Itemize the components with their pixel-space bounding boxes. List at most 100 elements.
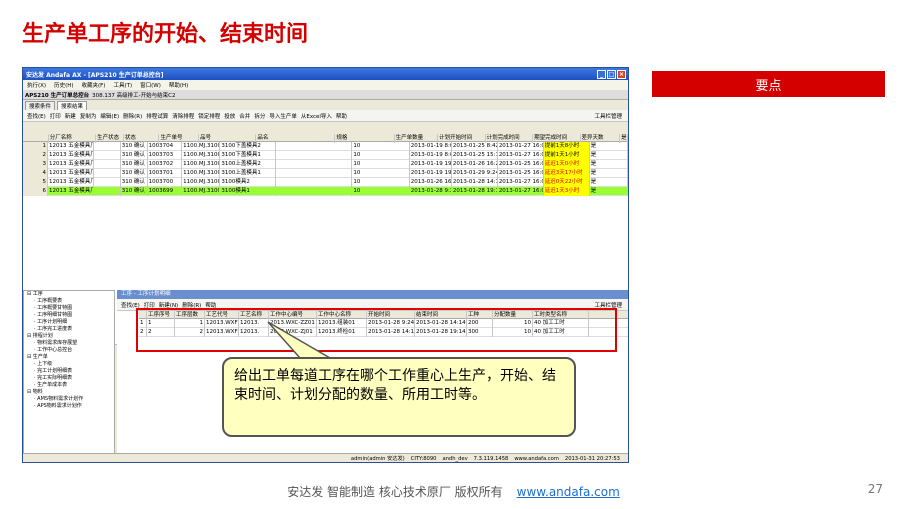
table-cell: 2013-01-19 8:00 [410,151,452,160]
status-cell [94,142,121,151]
toolbar-button[interactable]: 帮助 [336,112,347,120]
table-cell: 2013-01-27 16:00 [498,178,544,187]
table-row[interactable]: 212013 五金模具厂 310 确认10037031100.MJ.3100.02… [23,151,628,160]
table-cell: 1003701 [148,169,183,178]
menu-item[interactable]: 执行(X) [27,81,46,89]
toolbar-button[interactable]: 合并 [239,112,250,120]
table-cell: 2013-01-25 16:00 [498,169,544,178]
table-row[interactable]: 412013 五金模具厂 310 确认10037011100.MJ.3100.01… [23,169,628,178]
tree-node[interactable]: · 工序概要表 [24,298,114,305]
table-cell: 提前1天1小时 [543,151,590,160]
table-cell: 2013-01-19 19:30 [410,169,452,178]
maximize-button[interactable]: □ [607,69,616,79]
table-cell: 提前1天8小时 [543,142,590,151]
status-cell [94,178,121,187]
table-cell: 2013-01-27 16:00 [498,187,544,196]
minimize-button[interactable]: _ [597,69,606,79]
toolbar-button[interactable]: 导入生产单 [269,112,297,120]
toolbar-button[interactable]: 打印 [50,112,61,120]
table-cell: 1100.MJ.3100-02 [182,178,221,187]
tree-node[interactable]: ⊟ 生产单 [24,354,114,361]
tree-node[interactable]: · 工序明细甘特图 [24,312,114,319]
module-subtab[interactable]: 308.137 高级排工-开始与结束C2 [92,91,175,99]
table-cell: 延迟3天17小时 [543,169,590,178]
toolbar-button[interactable]: 排程试算 [146,112,168,120]
table-row[interactable]: 112013 五金模具厂 310 确认10037041100.MJ.3100.02… [23,142,628,151]
status-cell [94,169,121,178]
table-cell: 3100下盖模具2 [220,142,276,151]
table-row[interactable]: 312013 五金模具厂 310 确认10037021100.MJ.3100.01… [23,160,628,169]
close-button[interactable]: × [617,69,626,79]
table-cell: 1100.MJ.3100.01-2 [183,160,221,169]
table-cell: 12013 五金模具厂 [48,151,94,160]
toolbar-button[interactable]: 编辑(E) [100,112,119,120]
status-cell [94,187,121,196]
tab-strip: 搜索条件 搜索结果 [23,100,628,110]
toolbar-button[interactable]: 锁定排程 [198,112,220,120]
tree-node[interactable]: · 生产单成本表 [24,382,114,389]
menu-item[interactable]: 窗口(W) [140,81,161,89]
tree-node[interactable]: · 工序计划明细 [24,319,114,326]
table-row[interactable]: 612013 五金模具厂 310 确认10036991100.MJ.3100.00… [23,187,628,196]
toolbar-button[interactable]: 拆分 [254,112,265,120]
tree-node[interactable]: · 上下级 [24,361,114,368]
toolbar-button[interactable]: 删除(R) [123,112,142,120]
page-number: 27 [867,482,883,496]
tree-node[interactable]: ⊟ 物料 [24,389,114,396]
tree-node[interactable]: ⊟ 工序 [24,291,114,298]
tree-node[interactable]: · 工序完工进度表 [24,326,114,333]
keypoint-banner: 要点 [652,71,885,97]
table-cell: 12013 五金模具厂 [48,169,94,178]
tree-node[interactable]: · APS物料需求计划作 [24,403,114,410]
table-cell: 10 [352,151,410,160]
table-cell [276,151,353,160]
table-cell: 10 [352,187,410,196]
table-cell [276,187,353,196]
table-cell: 12013 五金模具厂 [48,187,94,196]
tree-node[interactable]: · 工作中心总控台 [24,347,114,354]
table-cell: 是 [590,151,628,160]
table-cell: 3100上盖模具1 [220,169,276,178]
table-cell: 3100上盖模具2 [220,160,276,169]
tree-node[interactable]: · 物料需求库存展望 [24,340,114,347]
table-cell: 12013 五金模具厂 [48,178,94,187]
tree-node[interactable]: · 完工计划明细表 [24,368,114,375]
table-cell: 1100.MJ.3100.01-1 [183,169,221,178]
toolbar-button[interactable]: 查找(E) [27,112,46,120]
toolbar-settings-button[interactable]: 工具栏管理 [594,112,622,120]
table-row[interactable]: 512013 五金模具厂 310 确认10037001100.MJ.3100-02… [23,178,628,187]
toolbar-button[interactable]: 投放 [224,112,235,120]
table-cell: 3100模具1 [220,187,276,196]
module-title: APS210 生产订单总控台 [25,92,90,99]
menu-item[interactable]: 历史(H) [54,81,73,89]
status-bar: admin(admin 安达发) CITY:8090 andh_dev 7.3.119… [23,453,628,462]
table-cell: 310 确认 [121,178,148,187]
navigation-tree: ⊟ 工序 · 工序概要表 · 工序概要甘特图 · 工序明细甘特图 · 工序计划明… [23,290,115,455]
table-cell: 1003703 [148,151,183,160]
tree-node[interactable]: · 完工实际明细表 [24,375,114,382]
table-cell: 6 [23,187,48,196]
toolbar-button[interactable]: 新建 [65,112,76,120]
tab-search-results[interactable]: 搜索结果 [57,101,88,110]
section-title: 工序 - 工序计划明细 [117,290,628,299]
table-cell: 2013-01-27 16:00 [498,142,544,151]
menu-item[interactable]: 帮助(H) [169,81,188,89]
table-cell: 延迟0天22小时 [543,178,590,187]
tab-search-conditions[interactable]: 搜索条件 [25,101,56,110]
highlight-box [136,308,617,352]
table-cell: 2013-01-28 14:14 [452,178,498,187]
toolbar-button[interactable]: 清除排程 [172,112,194,120]
toolbar-button[interactable]: 复制为 [80,112,97,120]
tree-node[interactable]: · AMS物料需求计划作 [24,396,114,403]
tree-node[interactable]: ⊟ 排程计划 [24,333,114,340]
table-cell: 5 [23,178,48,187]
table-cell: 是 [590,142,628,151]
callout-note: 给出工单每道工序在哪个工作重心上生产，开始、结束时间、计划分配的数量、所用工时等… [222,357,576,437]
table-cell: 延迟1天0小时 [543,160,590,169]
tree-node[interactable]: · 工序概要甘特图 [24,305,114,312]
table-cell: 10 [352,169,410,178]
menu-item[interactable]: 收藏夹(F) [82,81,106,89]
footer-link[interactable]: www.andafa.com [517,485,620,499]
toolbar-button[interactable]: 从Excel导入 [301,112,332,120]
menu-item[interactable]: 工具(T) [113,81,132,89]
